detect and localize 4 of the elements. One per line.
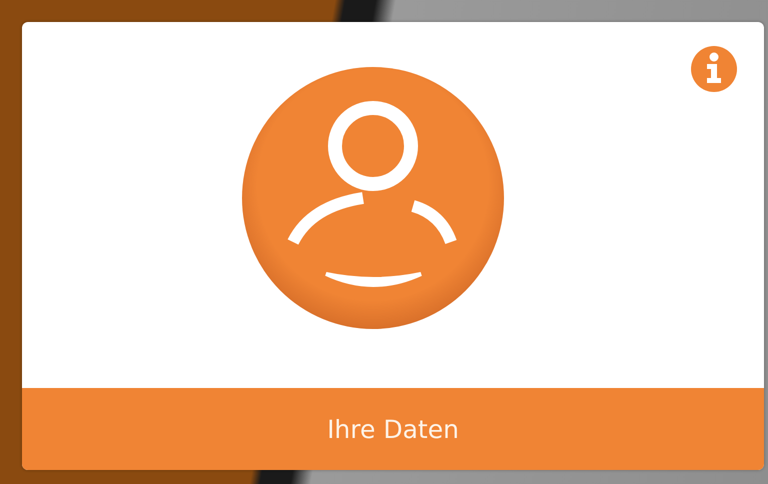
info-icon[interactable] — [690, 45, 738, 93]
user-icon — [241, 66, 505, 330]
user-data-card[interactable]: Ihre Daten — [22, 22, 764, 470]
card-label: Ihre Daten — [327, 414, 459, 444]
